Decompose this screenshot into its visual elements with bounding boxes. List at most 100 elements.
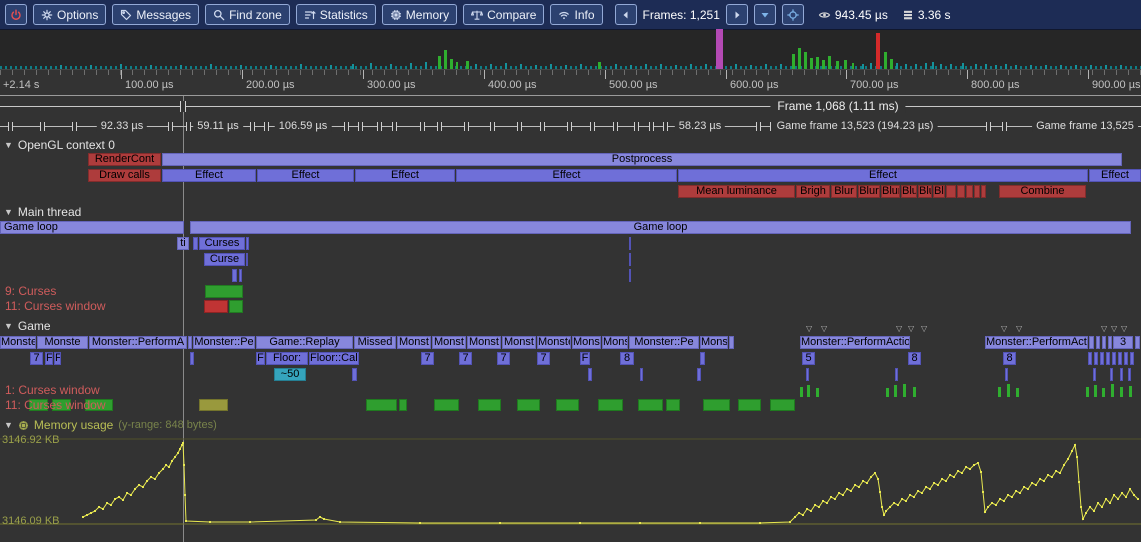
frame-histogram-bar[interactable] (962, 63, 964, 69)
frame-histogram-bar[interactable] (870, 63, 872, 69)
thread-label[interactable]: 11: Curses window (5, 399, 106, 412)
timeline-zone[interactable] (806, 368, 809, 381)
ghost-zone-marker-icon[interactable]: ▽ (1121, 325, 1127, 333)
timeline-zone[interactable]: F (45, 352, 53, 365)
frame-histogram-bar[interactable] (690, 64, 692, 69)
frame-histogram-bar[interactable] (852, 63, 854, 69)
ghost-zone-marker-icon[interactable]: ▽ (896, 325, 902, 333)
timeline-zone[interactable]: Game loop (190, 221, 1131, 234)
timeline-zone[interactable] (903, 384, 906, 397)
frame-histogram-bar[interactable] (1075, 65, 1077, 69)
frame-histogram-bar[interactable] (716, 29, 723, 69)
frame-marker-row[interactable]: Frame 1,068 (1.11 ms) (0, 96, 1141, 116)
timeline-zone[interactable]: 7 (537, 352, 550, 365)
frame-histogram-bar[interactable] (90, 65, 92, 69)
frame-histogram-bar[interactable] (210, 64, 212, 69)
go-to-frame-button[interactable] (754, 4, 776, 25)
timeline-zone[interactable] (188, 336, 192, 349)
timeline-zone[interactable] (640, 368, 643, 381)
timeline-zone[interactable] (629, 253, 631, 266)
ghost-zone-marker-icon[interactable]: ▽ (1111, 325, 1117, 333)
frame-histogram-bar[interactable] (804, 52, 807, 69)
memory-section-header[interactable]: ▼ Memory usage (y-range: 848 bytes) (4, 419, 217, 432)
timeline-zone[interactable] (1106, 352, 1110, 365)
timeline-zone[interactable] (1128, 368, 1131, 381)
frame-histogram-bar[interactable] (884, 52, 887, 69)
ghost-zone-marker-icon[interactable]: ▽ (921, 325, 927, 333)
frame-histogram-bar[interactable] (180, 65, 182, 69)
timeline-zone[interactable] (894, 385, 897, 397)
power-button[interactable] (5, 4, 27, 25)
frame-histogram-bar[interactable] (120, 64, 122, 69)
timeline-zone[interactable]: Blur (881, 185, 900, 198)
timeline-zone[interactable] (352, 368, 357, 381)
timeline-zone[interactable] (629, 237, 631, 250)
timeline-zone[interactable]: Effect (1089, 169, 1141, 182)
timeline-zone[interactable] (1005, 368, 1008, 381)
frame-histogram-bar[interactable] (370, 63, 372, 69)
timeline-zone[interactable] (957, 185, 965, 198)
timeline-zone[interactable]: Effect (257, 169, 354, 182)
timeline-zone[interactable] (1094, 385, 1097, 397)
timeline-zone[interactable]: Monst (397, 336, 431, 349)
frame-histogram-bar[interactable] (475, 64, 477, 69)
timeline-zone[interactable] (205, 285, 243, 298)
ghost-zone-marker-icon[interactable]: ▽ (908, 325, 914, 333)
timeline-zone[interactable] (638, 399, 663, 411)
time-ruler[interactable]: +2.14 s 100.00 µs200.00 µs300.00 µs400.0… (0, 70, 1141, 96)
timeline-zone[interactable] (895, 368, 898, 381)
frame-histogram-bar[interactable] (240, 65, 242, 69)
thread-label[interactable]: 1: Curses window (5, 384, 100, 397)
timeline-zone[interactable] (204, 300, 228, 313)
timeline-zone[interactable]: Blur (933, 185, 945, 198)
timeline-zone[interactable] (1108, 336, 1112, 349)
frame-histogram-bar[interactable] (932, 62, 934, 69)
timeline-zone[interactable] (1120, 387, 1123, 397)
timeline-zone[interactable]: Floor::Calc (309, 352, 359, 365)
frame-histogram-bar[interactable] (438, 56, 441, 69)
timeline-zone[interactable]: Postprocess (162, 153, 1122, 166)
timeline-zone[interactable]: Effect (355, 169, 455, 182)
timeline-zone[interactable]: Combine (999, 185, 1086, 198)
subframe-label[interactable]: 58.23 µs (675, 120, 725, 132)
subframe-label[interactable]: 106.59 µs (275, 120, 332, 132)
frame-histogram-bar[interactable] (466, 61, 469, 69)
ghost-zone-marker-icon[interactable]: ▽ (1101, 325, 1107, 333)
frame-histogram-bar[interactable] (876, 33, 880, 69)
frame-histogram-bar[interactable] (750, 65, 752, 69)
frame-histogram-bar[interactable] (995, 65, 997, 69)
section-header[interactable]: ▼Main thread (4, 206, 81, 219)
frame-histogram-bar[interactable] (60, 65, 62, 69)
timeline-zone[interactable]: 5 (802, 352, 815, 365)
timeline-zone[interactable]: Monste (537, 336, 571, 349)
statistics-button[interactable]: Statistics (296, 4, 376, 25)
messages-button[interactable]: Messages (112, 4, 199, 25)
timeline-zone[interactable] (598, 399, 623, 411)
timeline-zone[interactable]: Floor: (266, 352, 308, 365)
frame-histogram-bar[interactable] (1005, 64, 1007, 69)
timeline-zone[interactable]: Brigh (796, 185, 830, 198)
frame-histogram-bar[interactable] (330, 65, 332, 69)
timeline-zone[interactable]: Blur (918, 185, 932, 198)
timeline-zone[interactable]: Blur (858, 185, 880, 198)
subframe-label[interactable]: Game frame 13,523 (194.23 µs) (773, 120, 938, 132)
frame-histogram-bar[interactable] (735, 64, 737, 69)
timeline-zone[interactable]: Mons (602, 336, 628, 349)
frame-histogram-bar[interactable] (836, 61, 839, 69)
subframe-label[interactable]: Game frame 13,525 (1032, 120, 1138, 132)
timeline-zone[interactable] (1111, 384, 1114, 397)
timeline-zone[interactable] (974, 185, 980, 198)
frame-histogram-bar[interactable] (490, 64, 492, 69)
timeline-zone[interactable]: 7 (421, 352, 434, 365)
frame-histogram-bar[interactable] (550, 64, 552, 69)
timeline-zone[interactable]: Curse (204, 253, 245, 266)
frame-histogram-bar[interactable] (975, 64, 977, 69)
timeline-zone[interactable]: Curses (199, 237, 245, 250)
frame-histogram-bar[interactable] (505, 63, 507, 69)
timeline-zone[interactable]: Missed (354, 336, 396, 349)
timeline-zone[interactable] (517, 399, 540, 411)
thread-label[interactable]: 11: Curses window (5, 300, 106, 313)
frame-histogram-bar[interactable] (598, 62, 601, 69)
timeline-zone[interactable]: Draw calls (88, 169, 161, 182)
subframe-label[interactable]: 59.11 µs (193, 120, 243, 132)
